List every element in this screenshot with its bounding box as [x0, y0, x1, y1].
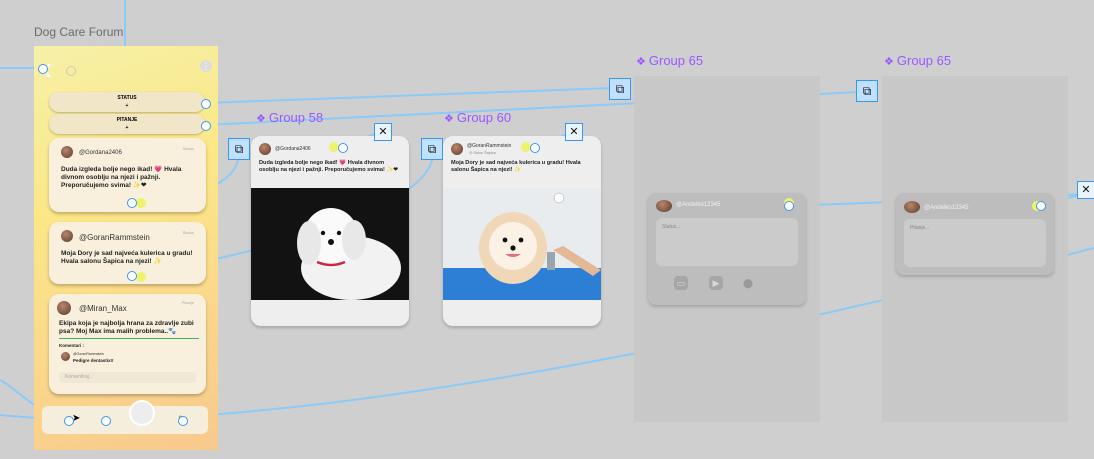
connector-node[interactable]: [1036, 201, 1046, 211]
question-compose-frame: @Andelko12345 Pitanje...: [882, 76, 1068, 422]
connector-node[interactable]: [201, 99, 211, 109]
close-icon[interactable]: ✕: [565, 123, 583, 141]
post-location: ◎ Salon Šapica: [469, 151, 496, 155]
status-compose-card[interactable]: @Andelko12345 Status... ▭ ▶ ⬤: [648, 193, 806, 305]
question-input[interactable]: Pitanje...: [904, 219, 1046, 267]
connector-node[interactable]: [101, 416, 111, 426]
paw-icon[interactable]: [136, 198, 146, 208]
comments-label: Komentari :: [59, 343, 85, 348]
question-placeholder: Pitanje...: [910, 225, 930, 231]
avatar: [61, 146, 73, 158]
post-username: @Miran_Max: [79, 304, 127, 313]
add-question-button[interactable]: PITANJE +: [49, 114, 205, 134]
post-text: Moja Dory je sad najveća kulerica u grad…: [451, 160, 581, 173]
compose-username: @Andelko12345: [676, 202, 721, 208]
search-icon[interactable]: [66, 66, 76, 76]
avatar: [61, 352, 70, 361]
post-username: @GoranRammstein: [79, 233, 150, 242]
connector-node[interactable]: [38, 64, 48, 74]
post-text: Moja Dory je sad najveća kulerica u grad…: [61, 250, 193, 265]
post-text: Ekipa koja je najbolja hrana za zdravlje…: [59, 320, 194, 335]
avatar: [61, 230, 73, 242]
connector-node[interactable]: [338, 143, 348, 153]
copy-icon[interactable]: ⧉: [856, 80, 878, 102]
avatar: [451, 143, 463, 155]
status-compose-frame: @Andelko12345 Status... ▭ ▶ ⬤: [634, 76, 820, 422]
comment-username: @GoranRammstein: [73, 352, 104, 356]
group-label-65-question[interactable]: ❖ Group 65: [884, 53, 951, 68]
feed-post-3[interactable]: @Miran_Max Pitanje Ekipa koja je najbolj…: [49, 294, 206, 394]
home-icon[interactable]: [129, 400, 155, 426]
question-compose-card[interactable]: @Andelko12345 Pitanje...: [896, 193, 1054, 275]
dog-photo-maltese: [251, 188, 409, 300]
post-type-tag: Status: [182, 146, 194, 151]
add-status-button[interactable]: STATUS +: [49, 92, 205, 112]
post-detail-58[interactable]: @Gordana2406 Duda izgleda bolje nego ika…: [251, 136, 409, 326]
connector-node[interactable]: [64, 416, 74, 426]
close-icon[interactable]: ✕: [1077, 181, 1094, 199]
divider: [59, 338, 199, 339]
post-text: Duda izgleda bolje nego ikad! 💗 Hvala di…: [61, 166, 182, 189]
post-username: @GoranRammstein: [467, 143, 512, 149]
post-detail-60[interactable]: @GoranRammstein ◎ Salon Šapica Moja Dory…: [443, 136, 601, 326]
post-type-tag: Status: [182, 230, 194, 235]
connector-node[interactable]: [201, 121, 211, 131]
play-icon[interactable]: ▶: [709, 276, 723, 290]
connector-node[interactable]: [784, 201, 794, 211]
image-icon[interactable]: ▭: [674, 276, 688, 290]
location-icon[interactable]: ⬤: [741, 276, 755, 290]
comment-text: Pedigre dentastix!!: [73, 358, 114, 363]
dog-photo-pomeranian: [443, 188, 601, 300]
compose-username: @Andelko12345: [924, 205, 969, 211]
avatar: [904, 201, 920, 213]
paw-icon[interactable]: [136, 272, 146, 282]
status-input[interactable]: Status...: [656, 218, 798, 266]
copy-icon[interactable]: ⧉: [421, 138, 443, 160]
comment-input[interactable]: Komentiraj...: [59, 372, 196, 383]
post-type-tag: Pitanje: [181, 300, 194, 305]
group-label-60[interactable]: ❖ Group 60: [444, 110, 511, 125]
connector-node[interactable]: [127, 271, 137, 281]
close-icon[interactable]: ✕: [374, 123, 392, 141]
prototype-canvas: Dog Care Forum ❖ Group 58 ❖ Group 60 ❖ Grou…: [0, 0, 1094, 459]
forum-screen: ❮ ⋮ STATUS+ PITANJE+ @Gordana2406 Status…: [34, 46, 218, 450]
status-placeholder: Status...: [662, 224, 681, 230]
post-username: @Gordana2406: [275, 146, 311, 152]
group-label-58[interactable]: ❖ Group 58: [256, 110, 323, 125]
more-icon[interactable]: ⋮: [200, 60, 212, 72]
post-username: @Gordana2406: [79, 150, 122, 156]
connector-node[interactable]: [178, 416, 188, 426]
copy-icon[interactable]: ⧉: [609, 78, 631, 100]
connector-node[interactable]: [530, 143, 540, 153]
avatar: [259, 143, 271, 155]
group-label-65-status[interactable]: ❖ Group 65: [636, 53, 703, 68]
frame-title: Dog Care Forum: [34, 25, 124, 39]
connector-node[interactable]: [127, 198, 137, 208]
avatar: [656, 200, 672, 212]
copy-icon[interactable]: ⧉: [228, 138, 250, 160]
post-text: Duda izgleda bolje nego ikad! 💗 Hvala di…: [259, 160, 399, 173]
avatar: [57, 301, 71, 315]
